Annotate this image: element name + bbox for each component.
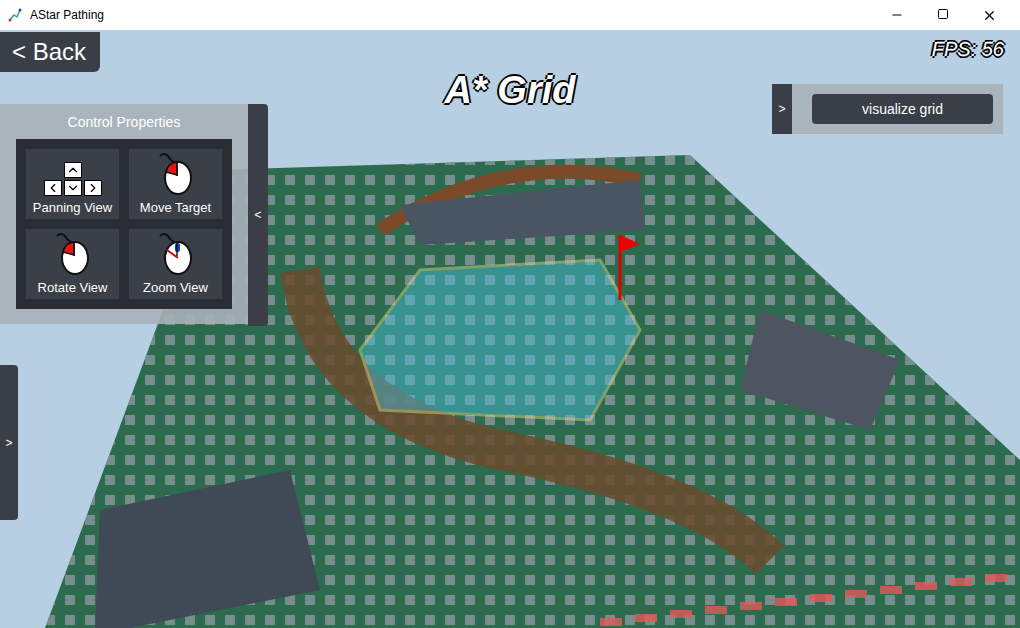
fps-counter: FPS: 56 [932, 34, 1004, 64]
mouse-wheel-icon [156, 230, 196, 276]
game-view: < Back FPS: 56 A* Grid Control Properties Pa… [0, 30, 1020, 628]
visualize-grid-button[interactable]: visualize grid [812, 94, 993, 124]
title-bar: AStar Pathing [0, 0, 1020, 30]
maximize-icon[interactable] [920, 8, 966, 23]
control-panel-collapse[interactable]: < [248, 104, 268, 326]
app-icon [8, 8, 22, 22]
control-tile: Zoom View [129, 229, 222, 299]
visualize-panel-toggle[interactable]: > [772, 84, 792, 134]
control-panel: Control Properties Panning ViewMove Targe… [0, 104, 268, 326]
visualize-panel: > visualize grid [772, 84, 1003, 134]
mouse-left-click-icon [156, 150, 196, 196]
app-window: AStar Pathing < Back FPS: 56 A* Grid Control… [0, 0, 1020, 628]
back-button[interactable]: < Back [0, 32, 100, 72]
control-tile: Panning View [26, 149, 119, 219]
control-tile: Rotate View [26, 229, 119, 299]
window-title: AStar Pathing [30, 6, 104, 24]
close-icon[interactable] [966, 8, 1012, 23]
arrow-keys-icon [44, 162, 102, 196]
control-panel-title: Control Properties [68, 112, 181, 133]
minimize-icon[interactable] [874, 8, 920, 23]
control-tile: Move Target [129, 149, 222, 219]
mouse-left-click-icon [53, 230, 93, 276]
side-tab[interactable]: > [0, 365, 18, 520]
page-heading: A* Grid [430, 62, 590, 119]
